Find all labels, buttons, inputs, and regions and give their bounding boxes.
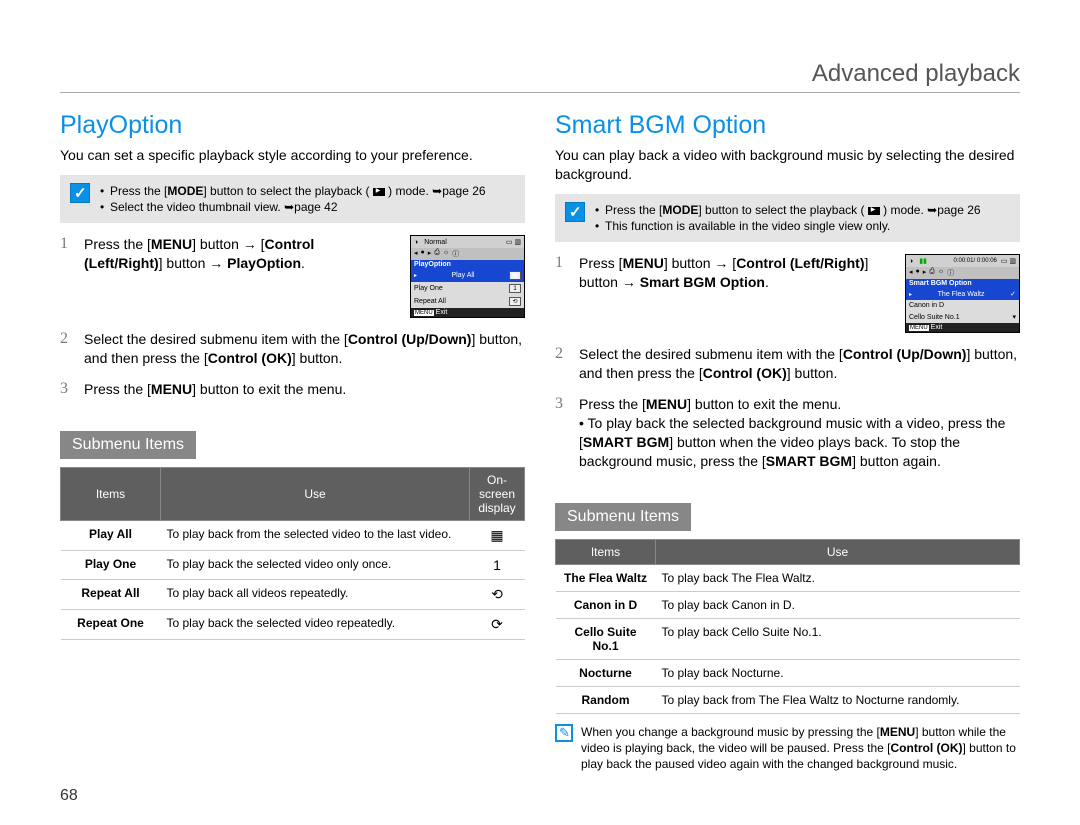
step-number: 1 xyxy=(60,235,74,318)
footnote: When you change a background music by pr… xyxy=(555,724,1020,773)
step-body: Select the desired submenu item with the… xyxy=(84,330,525,368)
table-row: RandomTo play back from The Flea Waltz t… xyxy=(556,686,1020,713)
step-number: 2 xyxy=(60,330,74,368)
playoption-heading: PlayOption xyxy=(60,111,525,140)
note-item: Select the video thumbnail view. ➥page 4… xyxy=(100,199,486,215)
table-row: Cello Suite No.1To play back Cello Suite… xyxy=(556,618,1020,659)
table-row: Repeat AllTo play back all videos repeat… xyxy=(61,579,525,609)
note-icon xyxy=(555,724,573,742)
step-number: 2 xyxy=(555,345,569,383)
play-one-icon: 1 xyxy=(470,550,525,579)
camera-icon: ◑ xyxy=(909,258,913,265)
note-item: Press the [MODE] button to select the pl… xyxy=(100,183,486,199)
page-number: 68 xyxy=(60,787,78,805)
step-body: Press the [MENU] button to exit the menu… xyxy=(84,380,525,399)
submenu-items-label: Submenu Items xyxy=(60,431,196,459)
step-body: Press [MENU] button → [Control (Left/Rig… xyxy=(579,254,889,333)
right-column: Smart BGM Option You can play back a vid… xyxy=(555,103,1020,772)
table-row: Canon in DTo play back Canon in D. xyxy=(556,591,1020,618)
smart-bgm-heading: Smart BGM Option xyxy=(555,111,1020,140)
table-row: The Flea WaltzTo play back The Flea Walt… xyxy=(556,564,1020,591)
check-icon xyxy=(565,202,585,222)
table-row: Play OneTo play back the selected video … xyxy=(61,550,525,579)
table-header: Use xyxy=(161,467,470,520)
step-number: 3 xyxy=(555,395,569,471)
playoption-submenu-table: Items Use On-screen display Play AllTo p… xyxy=(60,467,525,640)
table-header: Items xyxy=(61,467,161,520)
repeat-all-icon: ⟲ xyxy=(470,579,525,609)
camera-icon: ◑ xyxy=(414,239,418,246)
left-column: PlayOption You can set a specific playba… xyxy=(60,103,525,772)
step-body: Select the desired submenu item with the… xyxy=(579,345,1020,383)
playback-mode-icon xyxy=(868,207,880,215)
smart-bgm-submenu-table: Items Use The Flea WaltzTo play back The… xyxy=(555,539,1020,714)
submenu-items-label: Submenu Items xyxy=(555,503,691,531)
note-item: This function is available in the video … xyxy=(595,218,981,234)
table-row: Play AllTo play back from the selected v… xyxy=(61,520,525,550)
playback-mode-icon xyxy=(373,188,385,196)
smart-bgm-subtitle: You can play back a video with backgroun… xyxy=(555,146,1020,184)
note-item: Press the [MODE] button to select the pl… xyxy=(595,202,981,218)
play-all-icon: ▦ xyxy=(470,520,525,550)
step-number: 3 xyxy=(60,380,74,399)
step-body: Press the [MENU] button to exit the menu… xyxy=(579,395,1020,471)
table-header: Use xyxy=(656,539,1020,564)
check-icon xyxy=(70,183,90,203)
table-header: On-screen display xyxy=(470,467,525,520)
playoption-lcd-screenshot: ◑ Normal▭ ▥ ◂●▸⎙☼ⓘ PlayOption Play All▦ … xyxy=(410,235,525,318)
table-header: Items xyxy=(556,539,656,564)
playoption-note: Press the [MODE] button to select the pl… xyxy=(60,175,525,223)
smart-bgm-lcd-screenshot: ◑ ▮▮0:00:01/ 0:00:06 ▭ ▥ ◂●▸⎙☼ⓘ Smart BG… xyxy=(905,254,1020,333)
smart-bgm-note: Press the [MODE] button to select the pl… xyxy=(555,194,1020,242)
table-row: Repeat OneTo play back the selected vide… xyxy=(61,609,525,639)
table-row: NocturneTo play back Nocturne. xyxy=(556,659,1020,686)
step-number: 1 xyxy=(555,254,569,333)
page-title: Advanced playback xyxy=(60,60,1020,93)
playoption-subtitle: You can set a specific playback style ac… xyxy=(60,146,525,165)
repeat-one-icon: ⟳ xyxy=(470,609,525,639)
step-body: Press the [MENU] button → [Control (Left… xyxy=(84,235,394,318)
